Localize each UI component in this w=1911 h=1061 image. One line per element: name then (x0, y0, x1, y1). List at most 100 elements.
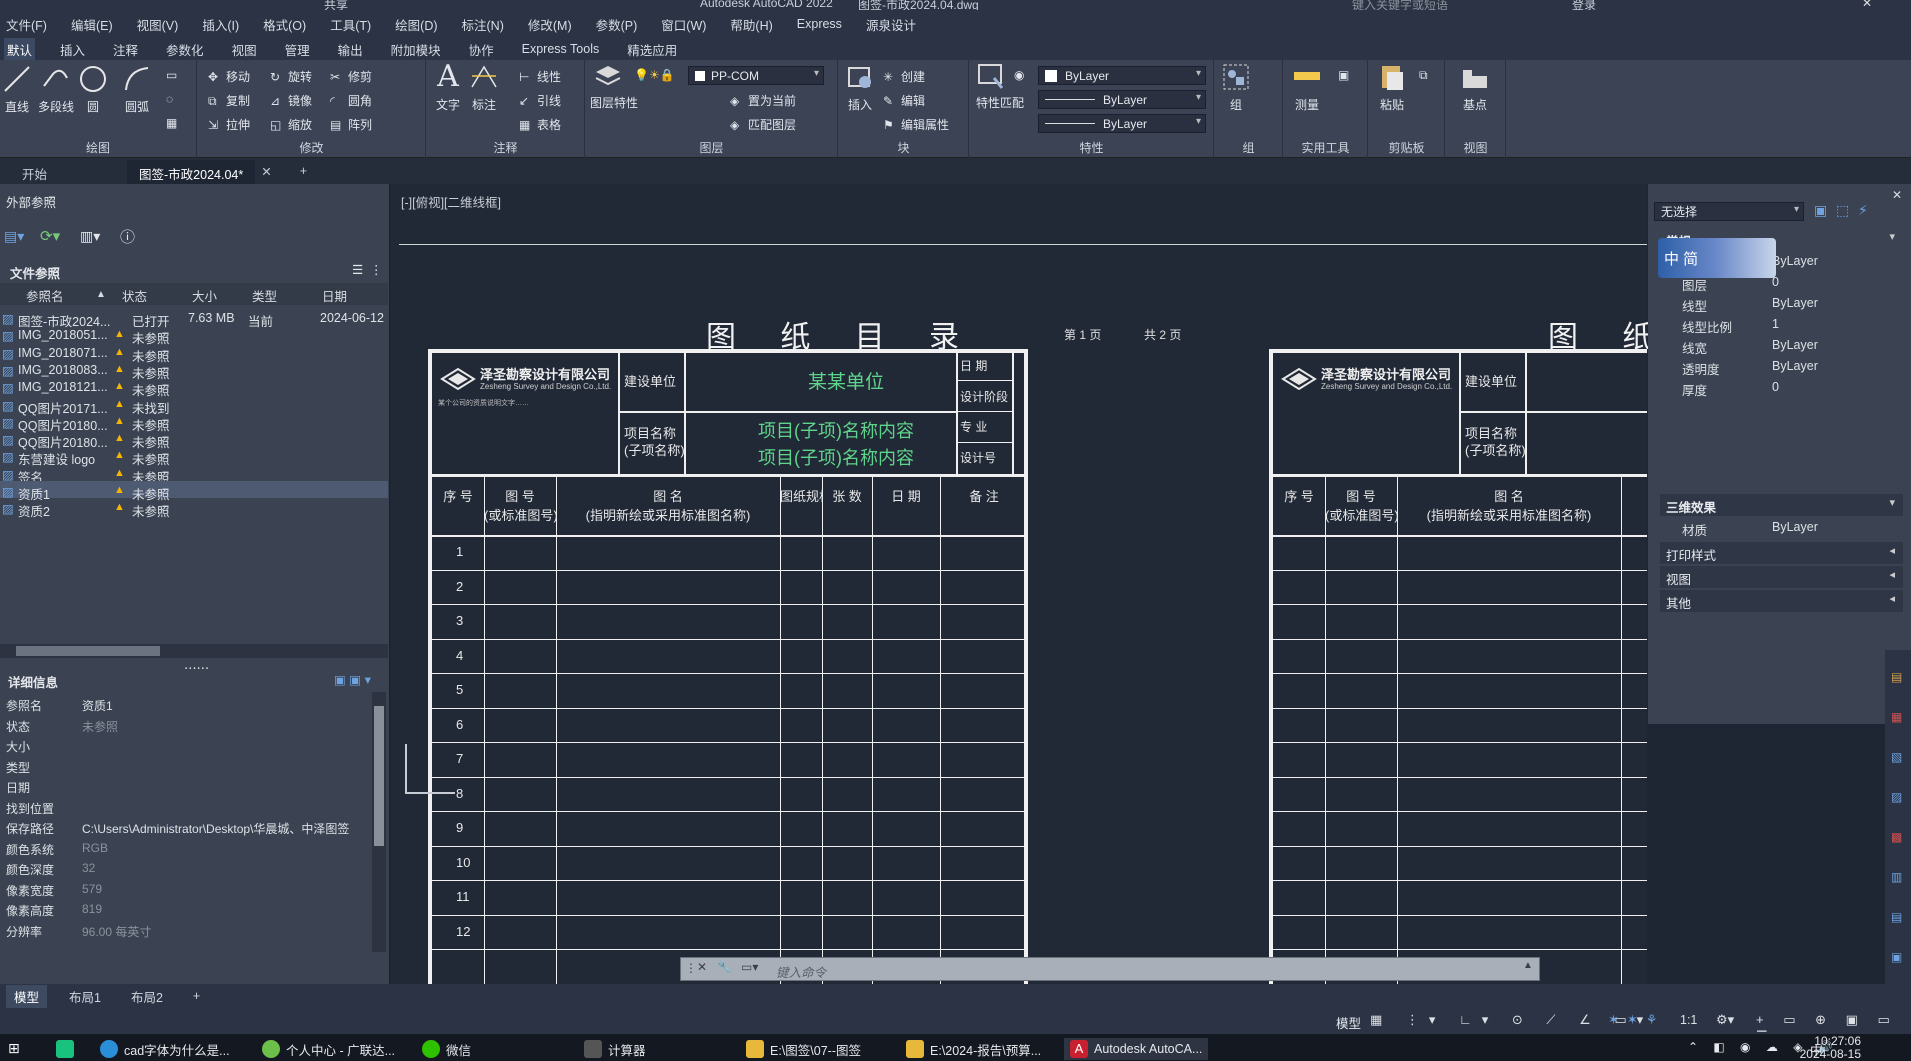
palette-icon-5[interactable]: ▩ (1891, 830, 1902, 844)
scale-button[interactable]: ◱ 缩放 (270, 116, 312, 133)
linear-dim-button[interactable]: ⊢ 线性 (519, 68, 561, 85)
xref-horizontal-scrollbar[interactable] (0, 644, 388, 658)
tab-view[interactable]: 视图 (229, 38, 260, 61)
rotate-button[interactable]: ↻ 旋转 (270, 68, 312, 85)
prop-row[interactable]: 厚度 0 (1662, 378, 1902, 398)
color-dropdown[interactable]: ByLayer (1038, 66, 1206, 85)
start-button[interactable]: ⊞ (8, 1038, 32, 1060)
arc-button[interactable]: 圆弧 (122, 64, 152, 115)
tab-annotate[interactable]: 注释 (110, 38, 141, 61)
menu-window[interactable]: 窗口(W) (661, 15, 706, 34)
trim-button[interactable]: ✂ 修剪 (330, 68, 372, 85)
menu-file[interactable]: 文件(F) (6, 15, 47, 34)
lineweight-dropdown[interactable]: ByLayer (1038, 114, 1206, 133)
cmd-grip-icon[interactable]: ⋮ (685, 961, 697, 975)
section-misc[interactable]: 其他 ◂ (1660, 590, 1903, 612)
menu-parametric[interactable]: 参数(P) (596, 15, 638, 34)
close-tab-icon[interactable]: ✕ (259, 160, 283, 184)
details-scrollbar-thumb[interactable] (374, 706, 384, 846)
linetype-dropdown[interactable]: ByLayer (1038, 90, 1206, 109)
menu-view[interactable]: 视图(V) (137, 15, 179, 34)
array-button[interactable]: ▤ 阵列 (330, 116, 372, 133)
help-icon[interactable]: ⓘ (120, 226, 135, 247)
menu-draw[interactable]: 绘图(D) (395, 15, 437, 34)
circle-button[interactable]: 圆 (78, 64, 108, 115)
palette-close-icon[interactable]: ✕ (1892, 188, 1902, 202)
properties-panel-label[interactable]: 特性 (970, 139, 1213, 156)
copy-clip-icon[interactable]: ⧉ (1419, 68, 1428, 83)
layer-dropdown[interactable]: PP-COM (688, 66, 824, 85)
palette-icon-3[interactable]: ▧ (1891, 750, 1902, 764)
rectangle-icon[interactable]: ▭ (166, 68, 177, 82)
section-plot-style[interactable]: 打印样式 ◂ (1660, 542, 1903, 564)
menu-express[interactable]: Express (797, 17, 842, 31)
settings-gear-icon[interactable]: ⚙▾ (1716, 1012, 1734, 1028)
taskbar-item-edge[interactable]: cad字体为什么是... (100, 1038, 230, 1060)
palette-icon-7[interactable]: ▤ (1891, 910, 1902, 924)
tool-palette-strip[interactable]: ▤ ▦ ▧ ▨ ▩ ▥ ▤ ▣ (1885, 650, 1911, 990)
create-block-button[interactable]: ✳ 创建 (883, 68, 925, 85)
prop-row-material[interactable]: 材质 ByLayer (1662, 518, 1902, 538)
cmd-history-icon[interactable]: ▭▾ (741, 960, 758, 974)
annotation-panel-label[interactable]: 注释 (427, 139, 584, 156)
ime-floating-bar[interactable]: 中 简 (1658, 238, 1776, 278)
col-type[interactable]: 类型 (252, 286, 277, 305)
tab-featured-apps[interactable]: 精选应用 (624, 38, 680, 61)
polyline-button[interactable]: 多段线 (36, 64, 76, 115)
layer-state-icons[interactable]: 💡☀🔒 (634, 68, 675, 82)
annotation-scale[interactable]: 1:1 (1680, 1013, 1697, 1027)
tab-parametric[interactable]: 参数化 (163, 38, 207, 61)
menu-format[interactable]: 格式(O) (263, 15, 306, 34)
taskbar-item-folder-1[interactable]: E:\图签\07--图签 (746, 1038, 861, 1060)
command-line[interactable]: ⋮ ✕ 🔧 ▭▾ 键入命令 ▲ (680, 957, 1540, 981)
menu-yuanquan[interactable]: 源泉设计 (866, 15, 916, 34)
leader-button[interactable]: ↙ 引线 (519, 92, 561, 109)
prop-row[interactable]: 线型 ByLayer (1662, 294, 1902, 314)
menu-insert[interactable]: 插入(I) (202, 15, 239, 34)
toggle-pickadd-icon[interactable]: ▣ (1814, 202, 1827, 219)
drawing-index-sheet[interactable]: 泽圣勘察设计有限公司 Zesheng Survey and Design Co.… (428, 349, 1028, 989)
tab-addins[interactable]: 附加模块 (388, 38, 444, 61)
group-button[interactable]: 组 (1221, 62, 1251, 113)
section-view[interactable]: 视图 ◂ (1660, 566, 1903, 588)
prop-row[interactable]: 透明度 ByLayer (1662, 357, 1902, 377)
drawing-index-sheet-2[interactable]: 泽圣勘察设计有限公司 Zesheng Survey and Design Co.… (1269, 349, 1647, 989)
taskbar-item-wechat[interactable]: 微信 (422, 1038, 471, 1060)
xref-row[interactable]: ▨ QQ图片20171... ▲ 未找到 (0, 395, 388, 416)
menu-help[interactable]: 帮助(H) (730, 15, 772, 34)
fillet-button[interactable]: ◜ 圆角 (330, 92, 372, 109)
cmd-close-icon[interactable]: ✕ (697, 960, 707, 974)
layout-tab-1[interactable]: 布局1 (61, 985, 109, 1008)
xref-row[interactable]: ▨ IMG_2018121... ▲ 未参照 (0, 377, 388, 398)
tree-view-icon[interactable]: ⋮ (370, 262, 383, 277)
quick-select-icon[interactable]: ⚡ (1858, 202, 1868, 219)
refresh-icon[interactable]: ⟳▾ (40, 227, 60, 245)
layout-tab-model[interactable]: 模型 (6, 984, 48, 1008)
palette-icon-6[interactable]: ▥ (1891, 870, 1902, 884)
palette-icon-1[interactable]: ▤ (1891, 670, 1902, 684)
xref-row[interactable]: ▨ IMG_2018071... ▲ 未参照 (0, 343, 388, 364)
layer-properties-button[interactable]: 图层特性 (590, 62, 638, 110)
selection-dropdown[interactable]: 无选择 (1654, 202, 1804, 221)
xref-row[interactable]: ▨ QQ图片20180... ▲ 未参照 (0, 429, 388, 450)
cmd-customize-icon[interactable]: 🔧 (717, 960, 732, 974)
command-input[interactable]: 键入命令 (776, 962, 826, 981)
col-date[interactable]: 日期 (322, 286, 347, 305)
hatch-icon[interactable]: ◌ (166, 92, 173, 106)
text-button[interactable]: A 文字 (433, 62, 463, 113)
edit-attributes-button[interactable]: ⚑ 编辑属性 (883, 116, 949, 133)
xref-row[interactable]: ▨ 签名 ▲ 未参照 (0, 464, 388, 485)
close-icon[interactable]: ✕ (1862, 0, 1872, 10)
clipboard-panel-label[interactable]: 剪贴板 (1369, 139, 1444, 156)
prop-row[interactable]: 线宽 ByLayer (1662, 336, 1902, 356)
add-layout-icon[interactable]: + (185, 987, 208, 1005)
tab-manage[interactable]: 管理 (282, 38, 313, 61)
view-panel-label[interactable]: 视图 (1446, 139, 1505, 156)
base-point-button[interactable]: 基点 (1458, 62, 1492, 113)
tab-collaborate[interactable]: 协作 (466, 38, 497, 61)
change-path-icon[interactable]: ▥▾ (80, 228, 100, 245)
xref-row[interactable]: ▨ 东营建设 logo ▲ 未参照 (0, 446, 388, 467)
table-button[interactable]: ▦ 表格 (519, 116, 561, 133)
draw-panel-label[interactable]: 绘图 (0, 139, 196, 156)
taskbar-app-green[interactable] (56, 1038, 80, 1060)
